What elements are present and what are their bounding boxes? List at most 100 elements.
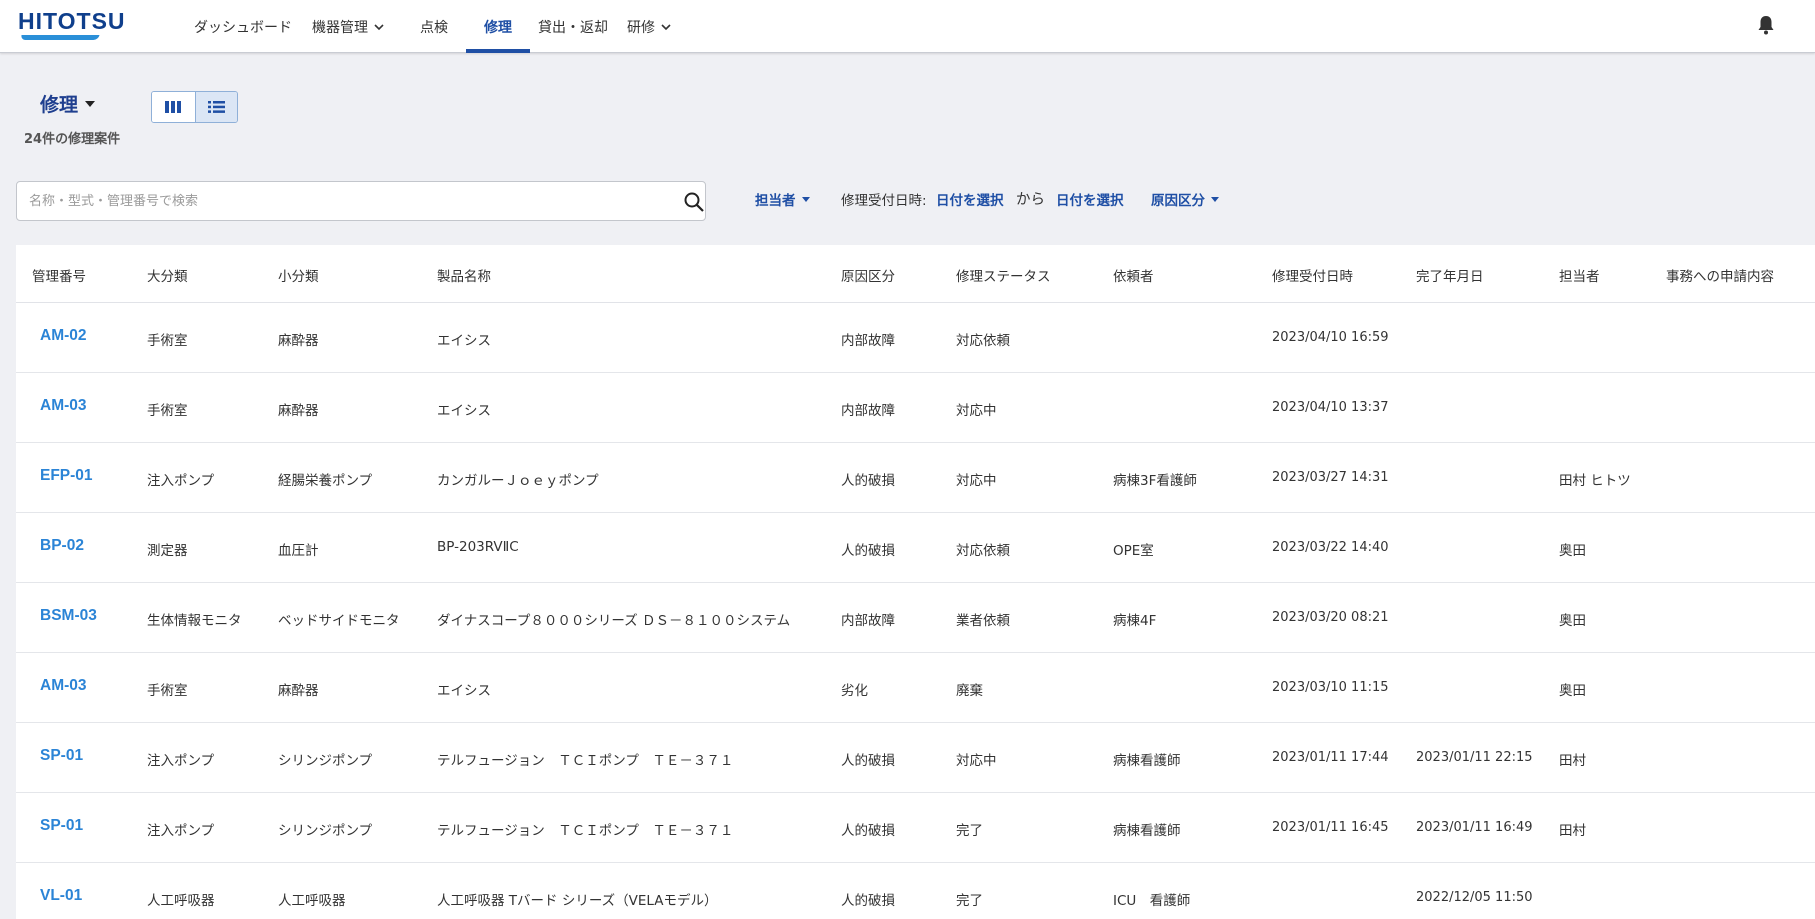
- minor-category: 麻酔器: [278, 683, 319, 699]
- received-datetime: 2023/01/11 16:45: [1272, 820, 1389, 835]
- minor-category: 人工呼吸器: [278, 893, 346, 909]
- asset-id-link[interactable]: VL-01: [40, 887, 82, 905]
- caret-down-icon: [1211, 196, 1219, 202]
- column-header-cause[interactable]: 原因区分: [841, 265, 895, 285]
- page-title: 修理: [40, 94, 79, 116]
- assignee-filter-label: 担当者: [755, 193, 796, 209]
- list-view-button[interactable]: [194, 92, 237, 122]
- repair-table: 管理番号 大分類 小分類 製品名称 原因区分 修理ステータス 依頼者 修理受付日…: [16, 245, 1815, 919]
- table-row[interactable]: SP-01 注入ポンプ シリンジポンプ テルフュージョン ＴＣＩポンプ ＴＥ－３７１ 人…: [16, 723, 1815, 793]
- caret-down-icon: [801, 196, 810, 202]
- search-input[interactable]: [29, 182, 669, 220]
- completed-date: 2022/12/05 11:50: [1416, 890, 1533, 905]
- page-title-dropdown[interactable]: 修理: [40, 90, 96, 117]
- repair-status: 対応中: [956, 403, 997, 419]
- date-from-picker[interactable]: 日付を選択: [936, 189, 1004, 209]
- assignee: 田村: [1559, 753, 1586, 769]
- table-row[interactable]: BP-02 測定器 血圧計 BP-203RVⅡC 人的破損 対応依頼 OPE室 2023/03…: [16, 513, 1815, 583]
- cause-filter-label: 原因区分: [1151, 193, 1205, 209]
- received-datetime: 2023/04/10 16:59: [1272, 330, 1389, 345]
- chevron-down-icon: [374, 23, 384, 30]
- hitotsu-logo[interactable]: HITOTSU: [18, 9, 138, 43]
- asset-id-link[interactable]: SP-01: [40, 817, 83, 835]
- table-row[interactable]: EFP-01 注入ポンプ 経腸栄養ポンプ カンガルーＪｏｅｙポンプ 人的破損 対応中 病棟3…: [16, 443, 1815, 513]
- column-header-assignee[interactable]: 担当者: [1559, 265, 1600, 285]
- major-category: 生体情報モニタ: [147, 613, 242, 629]
- top-navigation: HITOTSU ダッシュボード 機器管理 点検 修理 貸出・返却 研修: [0, 0, 1815, 53]
- minor-category: シリンジポンプ: [278, 753, 373, 769]
- column-header-received[interactable]: 修理受付日時: [1272, 265, 1353, 285]
- asset-id-link[interactable]: AM-03: [40, 677, 87, 695]
- column-header-product[interactable]: 製品名称: [437, 265, 491, 285]
- major-category: 手術室: [147, 683, 188, 699]
- case-count: 24件の修理案件: [24, 132, 121, 147]
- product-name: BP-203RVⅡC: [437, 539, 519, 555]
- major-category: 注入ポンプ: [147, 753, 215, 769]
- table-row[interactable]: BSM-03 生体情報モニタ ベッドサイドモニタ ダイナスコープ８０００シリーズ ＤＳ…: [16, 583, 1815, 653]
- received-datetime: 2023/03/27 14:31: [1272, 470, 1389, 485]
- nav-inspection[interactable]: 点検: [420, 0, 448, 53]
- nav-repair[interactable]: 修理: [484, 0, 512, 53]
- requester: 病棟3F看護師: [1113, 473, 1197, 489]
- product-name: カンガルーＪｏｅｙポンプ: [437, 473, 599, 489]
- cause-category: 内部故障: [841, 333, 895, 349]
- cause-category: 人的破損: [841, 473, 895, 489]
- asset-id-link[interactable]: EFP-01: [40, 467, 93, 485]
- asset-id-link[interactable]: BP-02: [40, 537, 84, 555]
- column-header-minor[interactable]: 小分類: [278, 265, 319, 285]
- minor-category: 血圧計: [278, 543, 319, 559]
- nav-lending-return[interactable]: 貸出・返却: [538, 0, 608, 53]
- received-datetime: 2023/03/10 11:15: [1272, 680, 1389, 695]
- requester: 病棟4F: [1113, 613, 1157, 629]
- asset-id-link[interactable]: BSM-03: [40, 607, 97, 625]
- major-category: 手術室: [147, 403, 188, 419]
- assignee: 田村: [1559, 823, 1586, 839]
- product-name: 人工呼吸器 Tバード シリーズ（VELAモデル）: [437, 893, 718, 909]
- table-row[interactable]: VL-01 人工呼吸器 人工呼吸器 人工呼吸器 Tバード シリーズ（VELAモデル） 人…: [16, 863, 1815, 919]
- table-row[interactable]: AM-02 手術室 麻酔器 エイシス 内部故障 対応依頼 2023/04/10 16:59: [16, 303, 1815, 373]
- cause-category: 人的破損: [841, 543, 895, 559]
- repair-status: 対応依頼: [956, 333, 1010, 349]
- column-header-requester[interactable]: 依頼者: [1113, 265, 1154, 285]
- repair-status: 対応中: [956, 753, 997, 769]
- column-header-major[interactable]: 大分類: [147, 265, 188, 285]
- assignee: 奥田: [1559, 543, 1586, 559]
- completed-date: 2023/01/11 16:49: [1416, 820, 1533, 835]
- table-row[interactable]: AM-03 手術室 麻酔器 エイシス 内部故障 対応中 2023/04/10 13:37: [16, 373, 1815, 443]
- received-datetime: 2023/01/11 17:44: [1272, 750, 1389, 765]
- asset-id-link[interactable]: AM-03: [40, 397, 87, 415]
- requester: 病棟看護師: [1113, 753, 1181, 769]
- requester: ICU 看護師: [1113, 893, 1191, 909]
- view-toggle: [151, 91, 238, 123]
- date-from-label: 日付を選択: [936, 193, 1004, 209]
- assignee: 田村 ヒトツ: [1559, 473, 1631, 489]
- column-header-id[interactable]: 管理番号: [32, 265, 86, 285]
- column-header-office-request[interactable]: 事務への申請内容: [1666, 265, 1774, 285]
- column-header-status[interactable]: 修理ステータス: [956, 265, 1051, 285]
- table-row[interactable]: AM-03 手術室 麻酔器 エイシス 劣化 廃棄 2023/03/10 11:15 奥田: [16, 653, 1815, 723]
- column-header-completed[interactable]: 完了年月日: [1416, 265, 1484, 285]
- cause-category: 内部故障: [841, 613, 895, 629]
- asset-id-link[interactable]: AM-02: [40, 327, 87, 345]
- nav-equipment-management[interactable]: 機器管理: [312, 0, 385, 53]
- date-to-picker[interactable]: 日付を選択: [1056, 189, 1124, 209]
- logo-text: HITOTSU: [18, 8, 126, 34]
- list-icon: [207, 101, 225, 113]
- kanban-view-button[interactable]: [152, 92, 195, 122]
- asset-id-link[interactable]: SP-01: [40, 747, 83, 765]
- nav-training[interactable]: 研修: [627, 0, 672, 53]
- received-datetime: 2023/03/22 14:40: [1272, 540, 1389, 555]
- major-category: 人工呼吸器: [147, 893, 215, 909]
- nav-dashboard[interactable]: ダッシュボード: [194, 0, 292, 53]
- bell-icon[interactable]: [1756, 14, 1776, 36]
- table-row[interactable]: SP-01 注入ポンプ シリンジポンプ テルフュージョン ＴＣＩポンプ ＴＥ－３７１ 人…: [16, 793, 1815, 863]
- cause-category: 内部故障: [841, 403, 895, 419]
- repair-status: 廃棄: [956, 683, 983, 699]
- search-icon[interactable]: [683, 191, 705, 213]
- cause-filter[interactable]: 原因区分: [1151, 189, 1219, 209]
- active-tab-indicator: [466, 49, 530, 53]
- assignee-filter[interactable]: 担当者: [755, 189, 810, 209]
- nav-lending-label: 貸出・返却: [538, 19, 608, 36]
- cause-category: 人的破損: [841, 823, 895, 839]
- chevron-down-icon: [661, 23, 671, 30]
